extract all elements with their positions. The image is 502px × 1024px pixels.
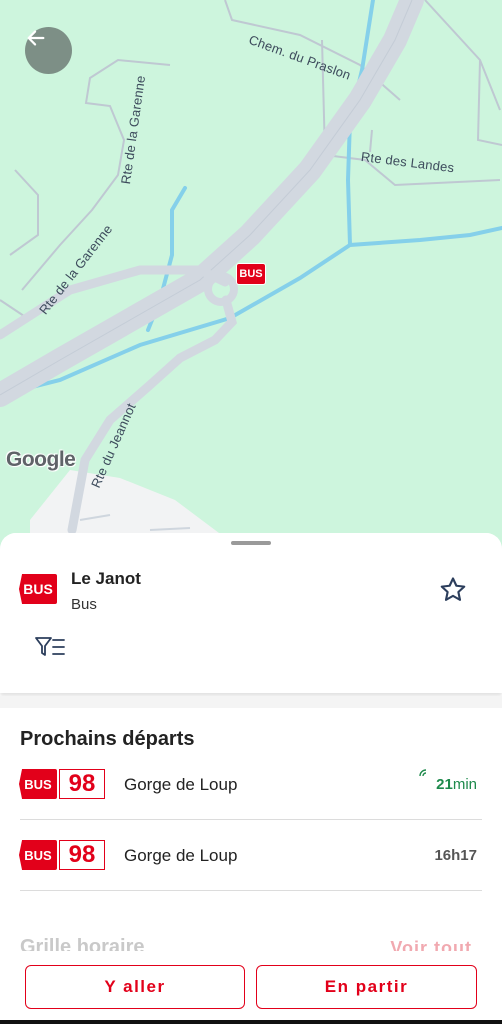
next-departures-title: Prochains départs: [20, 728, 195, 750]
row-divider: [20, 890, 482, 891]
departure-time-unit: min: [452, 776, 477, 793]
filter-list-icon: [35, 637, 65, 656]
section-divider: [0, 696, 502, 708]
favorite-button[interactable]: [436, 573, 470, 607]
departure-destination: Gorge de Loup: [124, 775, 238, 794]
departure-time-value: 21: [436, 776, 453, 793]
go-there-button[interactable]: Y aller: [25, 965, 245, 1009]
departure-row[interactable]: BUS 98 Gorge de Loup 16h17: [0, 820, 502, 891]
line-number-badge: 98: [59, 840, 105, 870]
stop-name: Le Janot: [71, 569, 141, 588]
map-view[interactable]: Chem. du Praslon Rte de la Garenne Rte d…: [0, 0, 502, 560]
google-logo: Google: [6, 448, 76, 471]
bus-mode-badge: BUS: [19, 840, 57, 870]
leave-from-button[interactable]: En partir: [256, 965, 477, 1009]
stop-type: Bus: [71, 596, 97, 613]
arrow-left-icon: [27, 30, 45, 46]
departure-time: 16h17: [434, 847, 477, 864]
bus-mode-badge: BUS: [19, 769, 57, 799]
stop-header: BUS Le Janot Bus: [0, 533, 502, 693]
bottom-action-bar: Y aller En partir: [0, 951, 502, 1024]
sheet-drag-handle[interactable]: [231, 541, 271, 545]
filter-lines-button[interactable]: [33, 632, 67, 662]
departure-destination: Gorge de Loup: [124, 846, 238, 865]
realtime-signal-icon: [419, 769, 427, 777]
bus-marker-label: BUS: [239, 268, 263, 280]
bus-mode-badge: BUS: [19, 574, 57, 604]
back-button[interactable]: [25, 27, 72, 74]
line-number-badge: 98: [59, 769, 105, 799]
system-nav-strip: [0, 1020, 502, 1024]
departure-row[interactable]: BUS 98 Gorge de Loup 21min: [0, 749, 502, 820]
departure-time: 21min: [436, 776, 477, 793]
bus-stop-marker[interactable]: BUS: [236, 263, 266, 285]
star-outline-icon: [440, 577, 466, 601]
